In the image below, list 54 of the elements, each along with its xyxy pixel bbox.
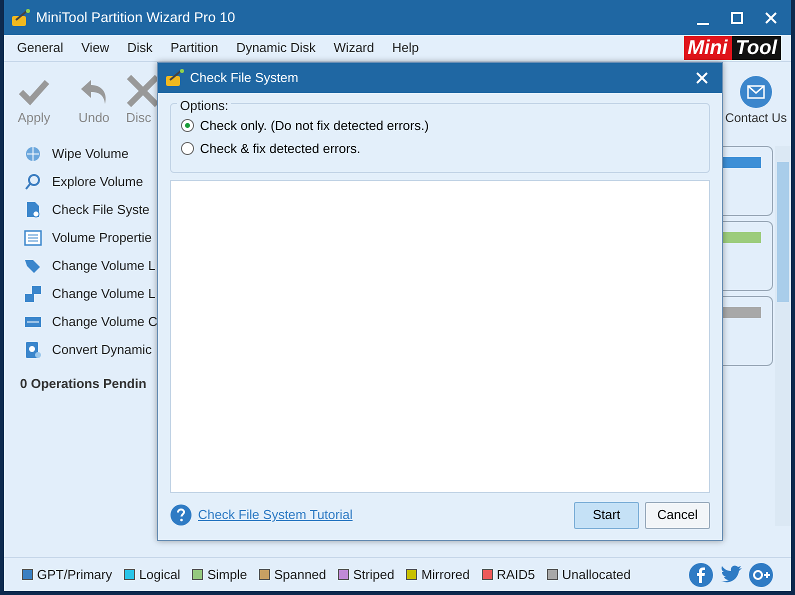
legend-label: RAID5 <box>496 566 536 584</box>
dialog-title: Check File System <box>190 69 300 88</box>
sidebar-item[interactable]: Wipe Volume <box>24 140 154 168</box>
legend-label: Striped <box>353 566 394 584</box>
menu-item[interactable]: General <box>8 36 72 60</box>
menu-item[interactable]: View <box>72 36 118 60</box>
sidebar-item[interactable]: Explore Volume <box>24 168 154 196</box>
app-logo-icon <box>164 68 184 88</box>
radio-button[interactable] <box>181 119 194 132</box>
sidebar-item[interactable]: Change Volume L <box>24 252 154 280</box>
radio-option[interactable]: Check & fix detected errors. <box>181 137 360 160</box>
legend-label: Spanned <box>274 566 326 584</box>
cancel-button[interactable]: Cancel <box>645 502 710 528</box>
maximize-icon <box>730 10 744 24</box>
social-button[interactable] <box>749 562 773 586</box>
legend-label: Unallocated <box>562 566 631 584</box>
globe-icon <box>24 145 42 163</box>
sidebar-item[interactable]: Convert Dynamic <box>24 336 154 364</box>
radio-button[interactable] <box>181 142 194 155</box>
tutorial-link[interactable]: Check File System Tutorial <box>198 505 353 525</box>
mail-icon <box>739 74 773 109</box>
window-title: MiniTool Partition Wizard Pro 10 <box>36 8 236 27</box>
legend-label: GPT/Primary <box>37 566 112 584</box>
close-icon <box>126 74 160 108</box>
brand-logo: Mini Tool <box>684 36 781 60</box>
minimize-icon <box>697 22 709 24</box>
scrollbar[interactable] <box>775 146 791 526</box>
legend-label: Simple <box>207 566 248 584</box>
close-icon <box>764 10 778 24</box>
social-button[interactable] <box>689 562 713 586</box>
menu-item[interactable]: Help <box>383 36 428 60</box>
list-icon <box>24 229 42 247</box>
drive-letters-icon <box>24 285 42 303</box>
tag-icon <box>24 257 42 275</box>
sidebar-item[interactable]: Check File Syste <box>24 196 154 224</box>
magnifier-icon <box>24 173 42 191</box>
sidebar-item[interactable]: Change Volume L <box>24 280 154 308</box>
app-logo-icon <box>10 8 30 28</box>
start-button[interactable]: Start <box>574 502 639 528</box>
sidebar-item[interactable]: Volume Propertie <box>24 224 154 252</box>
menu-item[interactable]: Partition <box>161 36 228 60</box>
help-icon <box>170 504 192 526</box>
close-icon <box>696 72 708 84</box>
document-icon <box>24 201 42 219</box>
google-plus-icon <box>749 562 773 586</box>
menu-item[interactable]: Dynamic Disk <box>227 36 325 60</box>
legend-label: Mirrored <box>421 566 470 584</box>
legend-label: Logical <box>139 566 180 584</box>
menu-item[interactable]: Wizard <box>324 36 384 60</box>
menu-item[interactable]: Disk <box>118 36 162 60</box>
facebook-icon <box>689 562 713 586</box>
pending-operations: 0 Operations Pendin <box>20 375 148 393</box>
disk-icon <box>24 341 42 359</box>
radio-option[interactable]: Check only. (Do not fix detected errors.) <box>181 114 429 137</box>
